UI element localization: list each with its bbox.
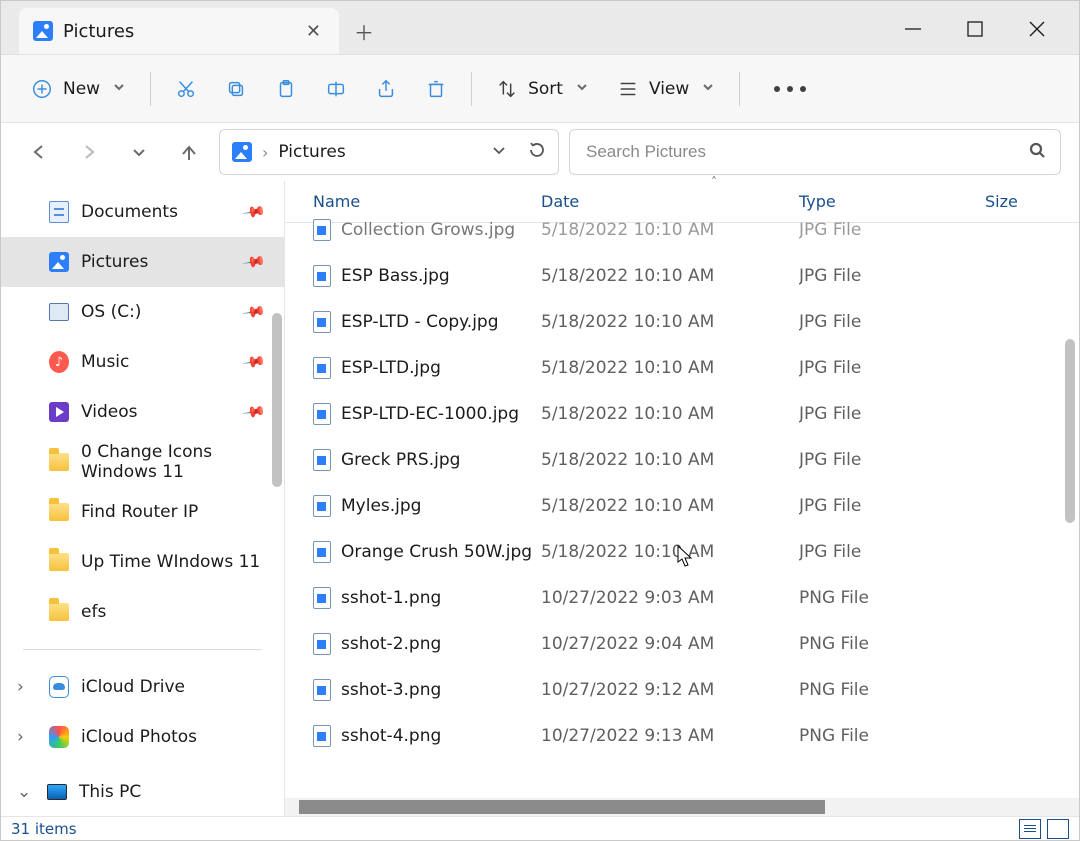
file-row[interactable]: ESP-LTD - Copy.jpg5/18/2022 10:10 AMJPG …	[285, 299, 1079, 345]
sidebar-item[interactable]: Pictures📌	[1, 237, 284, 287]
file-icon	[313, 495, 331, 517]
sort-indicator-icon: ˄	[711, 175, 717, 189]
chevron-right-icon: ›	[17, 727, 24, 747]
sidebar-item[interactable]: ›iCloud Drive	[1, 662, 284, 712]
breadcrumb-separator: ›	[262, 143, 268, 162]
share-button[interactable]	[365, 67, 407, 111]
pictures-icon	[33, 21, 53, 41]
pin-icon: 📌	[242, 349, 268, 374]
address-dropdown-button[interactable]	[490, 141, 508, 163]
cut-button[interactable]	[165, 67, 207, 111]
forward-button[interactable]	[69, 132, 109, 172]
sidebar-item[interactable]: Find Router IP	[1, 487, 284, 537]
sidebar-item-this-pc[interactable]: ⌄ This PC	[1, 768, 284, 816]
recent-button[interactable]	[119, 132, 159, 172]
nav-sidebar: Documents📌Pictures📌OS (C:)📌♪Music📌Videos…	[1, 181, 285, 816]
file-row[interactable]: Myles.jpg5/18/2022 10:10 AMJPG File	[285, 483, 1079, 529]
chevron-down-icon: ⌄	[17, 782, 31, 802]
more-button[interactable]	[754, 67, 816, 111]
address-bar[interactable]: › Pictures	[219, 129, 559, 175]
search-box[interactable]	[569, 129, 1061, 175]
file-row[interactable]: sshot-2.png10/27/2022 9:04 AMPNG File	[285, 621, 1079, 667]
thumbnails-view-button[interactable]	[1047, 819, 1069, 839]
file-icon	[313, 633, 331, 655]
close-tab-icon[interactable]: ✕	[306, 21, 321, 42]
file-row[interactable]: Collection Grows.jpg5/18/2022 10:10 AMJP…	[285, 207, 1079, 253]
sidebar-item[interactable]: ›iCloud Photos	[1, 712, 284, 762]
rename-button[interactable]	[315, 67, 357, 111]
minimize-button[interactable]	[903, 19, 923, 43]
tab-label: Pictures	[63, 21, 134, 42]
pin-icon: 📌	[242, 249, 268, 274]
refresh-button[interactable]	[528, 141, 546, 163]
file-icon	[313, 725, 331, 747]
file-row[interactable]: ESP-LTD.jpg5/18/2022 10:10 AMJPG File	[285, 345, 1079, 391]
pin-icon: 📌	[242, 199, 268, 224]
sort-button[interactable]: Sort	[486, 67, 599, 111]
search-input[interactable]	[584, 141, 1028, 163]
sidebar-scrollbar[interactable]	[272, 313, 282, 487]
file-icon	[313, 449, 331, 471]
sidebar-item[interactable]: efs	[1, 587, 284, 637]
vertical-scrollbar[interactable]	[1065, 339, 1075, 523]
command-bar: New Sort View	[1, 55, 1079, 123]
pin-icon: 📌	[242, 399, 268, 424]
sidebar-item[interactable]: 0 Change Icons Windows 11	[1, 437, 284, 487]
close-window-button[interactable]	[1027, 19, 1047, 43]
sidebar-item[interactable]: ♪Music📌	[1, 337, 284, 387]
title-bar: Pictures ✕ ＋	[1, 1, 1079, 55]
pictures-icon	[232, 142, 252, 162]
sidebar-item[interactable]: Up Time WIndows 11	[1, 537, 284, 587]
file-icon	[313, 541, 331, 563]
nav-row: › Pictures	[1, 123, 1079, 181]
file-row[interactable]: sshot-3.png10/27/2022 9:12 AMPNG File	[285, 667, 1079, 713]
new-button[interactable]: New	[21, 67, 136, 111]
file-icon	[313, 311, 331, 333]
file-row[interactable]: sshot-1.png10/27/2022 9:03 AMPNG File	[285, 575, 1079, 621]
chevron-right-icon: ›	[17, 677, 24, 697]
details-view-button[interactable]	[1019, 819, 1041, 839]
new-tab-button[interactable]: ＋	[339, 8, 389, 54]
search-icon[interactable]	[1028, 141, 1046, 163]
file-icon	[313, 265, 331, 287]
paste-button[interactable]	[265, 67, 307, 111]
file-row[interactable]: sshot-4.png10/27/2022 9:13 AMPNG File	[285, 713, 1079, 759]
delete-button[interactable]	[415, 67, 457, 111]
monitor-icon	[47, 782, 67, 802]
file-icon	[313, 679, 331, 701]
chevron-down-icon	[112, 79, 126, 99]
window-controls	[903, 8, 1079, 54]
file-list: ˄ Name Date Type Size Collection Grows.j…	[285, 181, 1079, 816]
item-count: 31 items	[11, 820, 77, 838]
tab-pictures[interactable]: Pictures ✕	[19, 8, 339, 54]
more-icon	[774, 86, 806, 92]
back-button[interactable]	[19, 132, 59, 172]
file-row[interactable]: ESP-LTD-EC-1000.jpg5/18/2022 10:10 AMJPG…	[285, 391, 1079, 437]
file-icon	[313, 403, 331, 425]
view-button[interactable]: View	[607, 67, 725, 111]
file-icon	[313, 587, 331, 609]
status-bar: 31 items	[1, 816, 1079, 840]
sidebar-item[interactable]: OS (C:)📌	[1, 287, 284, 337]
file-rows: Collection Grows.jpg5/18/2022 10:10 AMJP…	[285, 207, 1079, 798]
copy-button[interactable]	[215, 67, 257, 111]
file-explorer-window: Pictures ✕ ＋ New Sort View	[0, 0, 1080, 841]
file-row[interactable]: ESP Bass.jpg5/18/2022 10:10 AMJPG File	[285, 253, 1079, 299]
file-row[interactable]: Orange Crush 50W.jpg5/18/2022 10:10 AMJP…	[285, 529, 1079, 575]
chevron-down-icon	[575, 79, 589, 99]
chevron-down-icon	[701, 79, 715, 99]
sidebar-item[interactable]: Videos📌	[1, 387, 284, 437]
up-button[interactable]	[169, 132, 209, 172]
body: Documents📌Pictures📌OS (C:)📌♪Music📌Videos…	[1, 181, 1079, 816]
breadcrumb-current[interactable]: Pictures	[278, 142, 345, 162]
file-row[interactable]: Greck PRS.jpg5/18/2022 10:10 AMJPG File	[285, 437, 1079, 483]
pin-icon: 📌	[242, 299, 268, 324]
maximize-button[interactable]	[965, 19, 985, 43]
sidebar-item[interactable]: Documents📌	[1, 187, 284, 237]
horizontal-scrollbar[interactable]	[285, 798, 1079, 816]
file-icon	[313, 219, 331, 241]
file-icon	[313, 357, 331, 379]
